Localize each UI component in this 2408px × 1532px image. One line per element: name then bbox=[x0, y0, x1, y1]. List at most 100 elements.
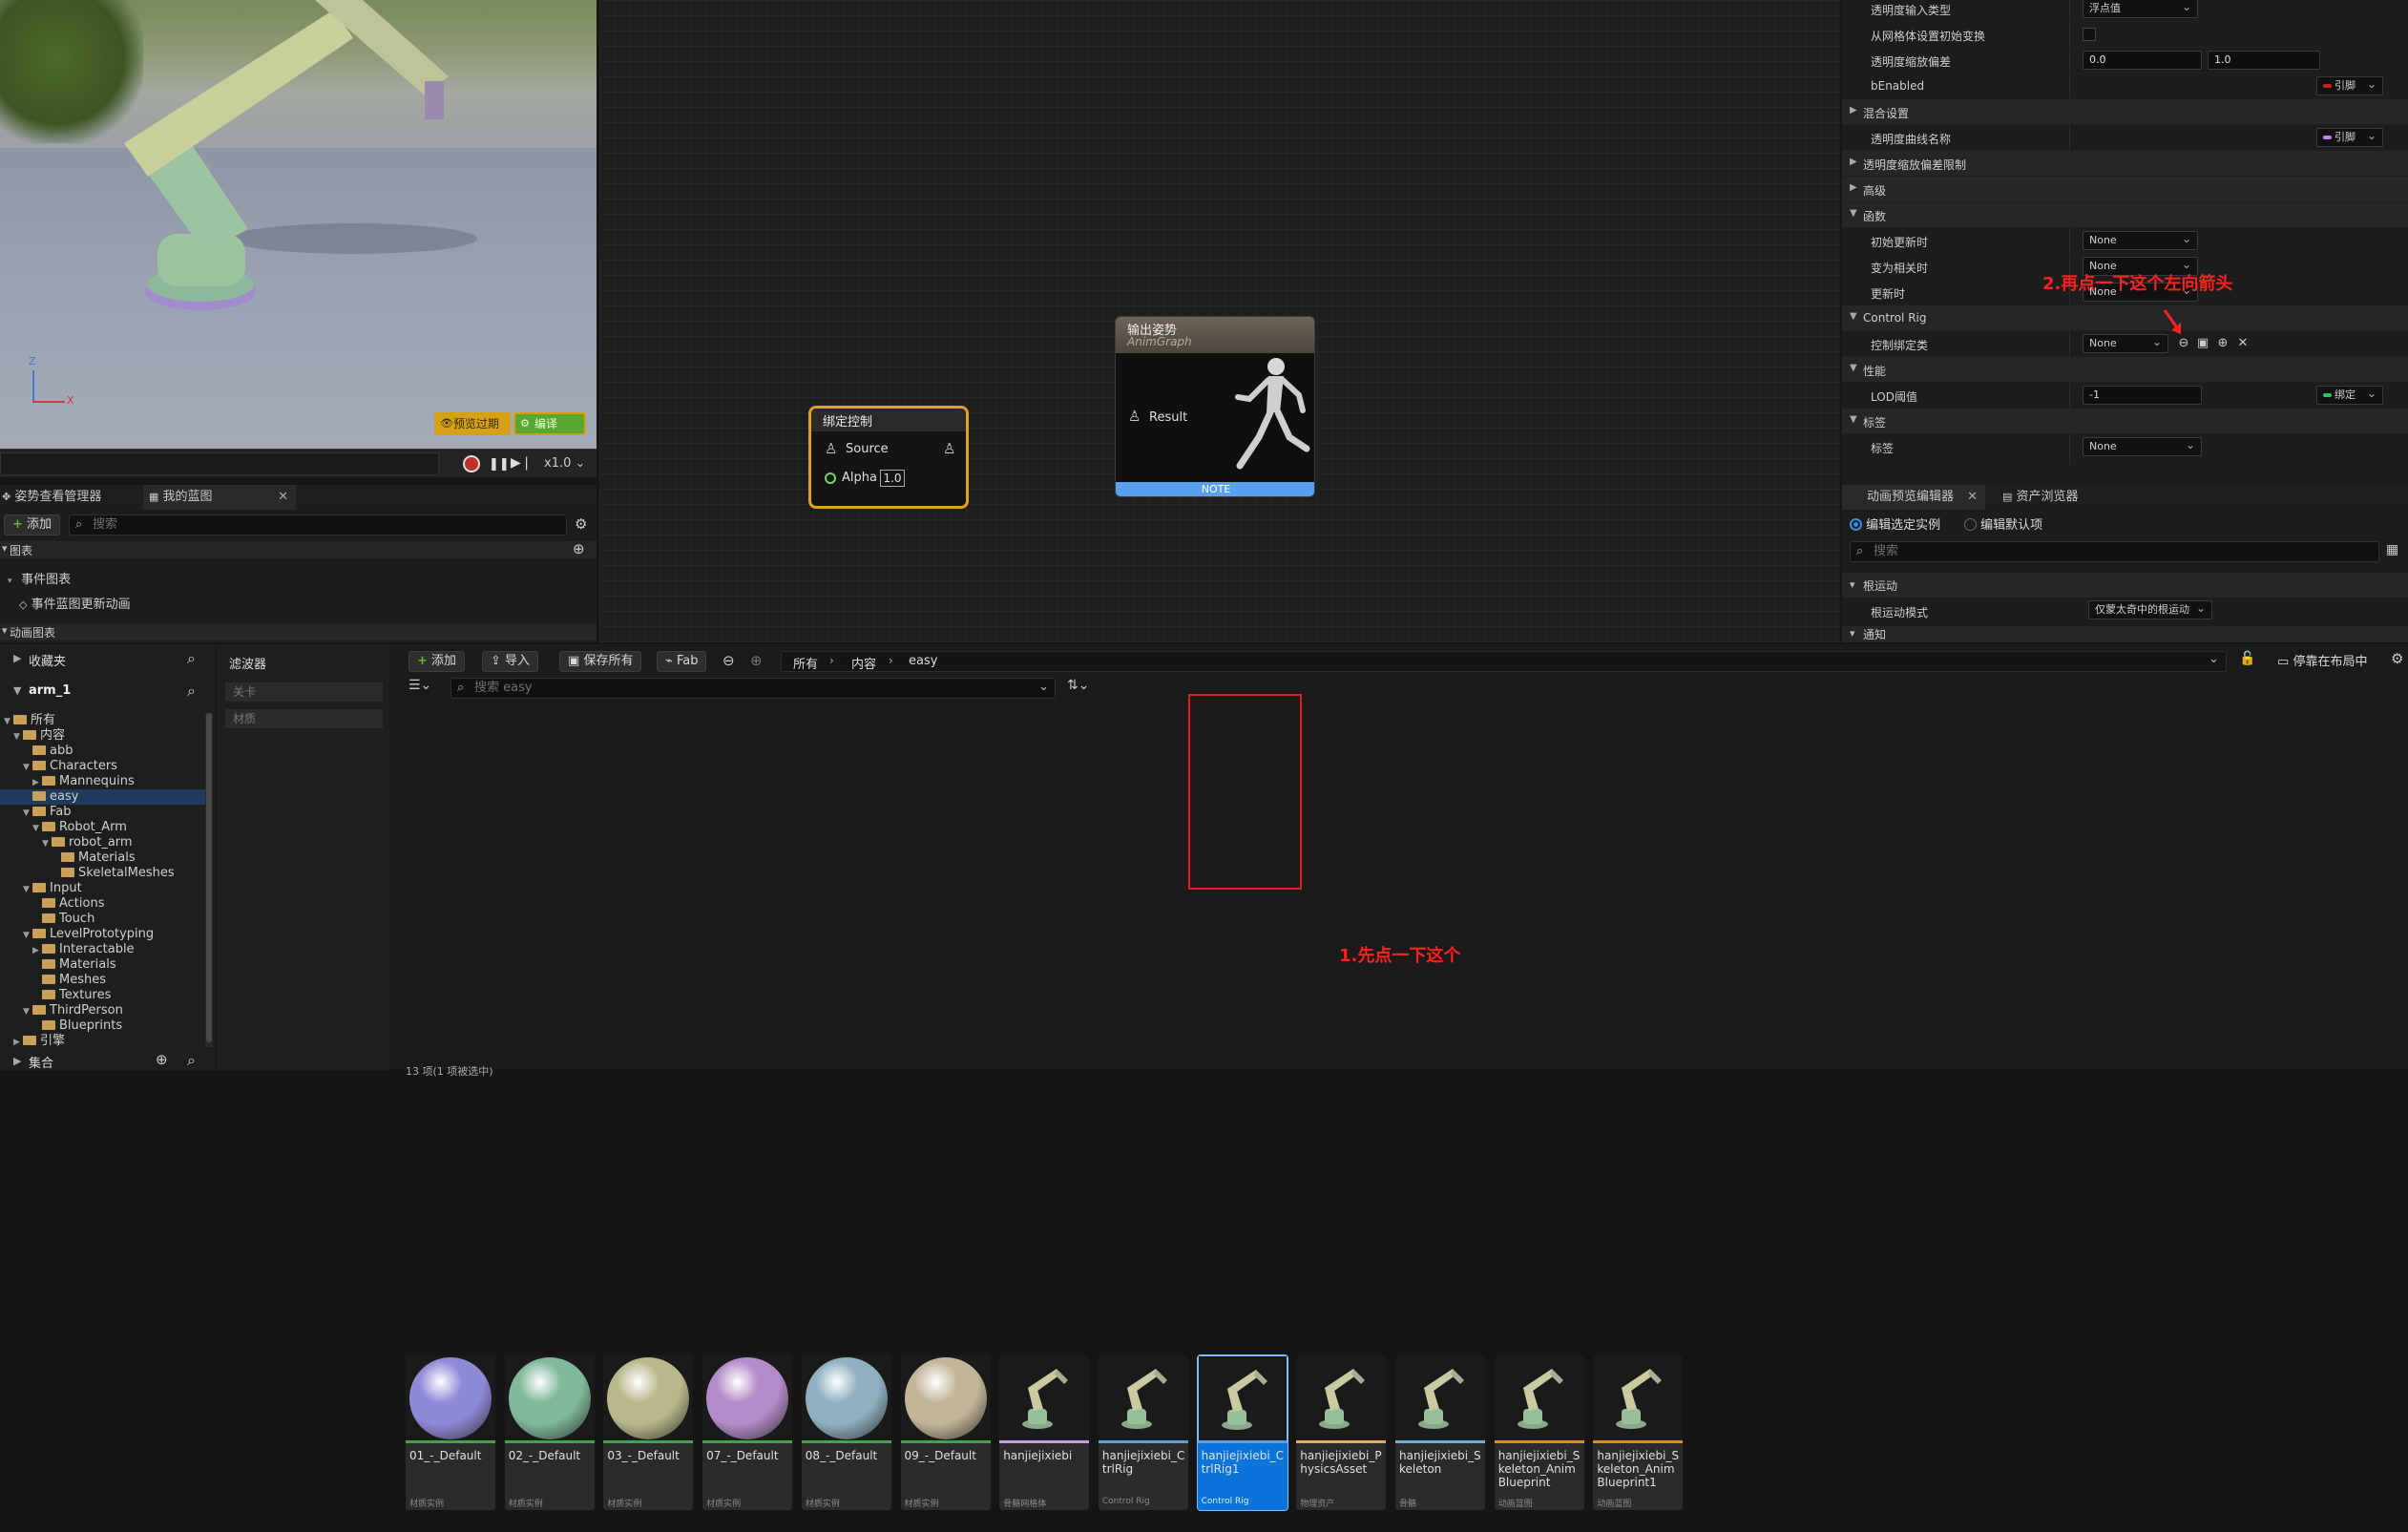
filter-item-level[interactable]: 关卡 bbox=[225, 682, 383, 702]
float-pin-icon[interactable] bbox=[825, 472, 836, 484]
asset-tile[interactable]: hanjiejixiebi_CtrlRig Control Rig bbox=[1098, 1355, 1188, 1510]
filter-item-material[interactable]: 材质 bbox=[225, 709, 383, 728]
add-button[interactable]: + 添加 bbox=[4, 514, 61, 535]
tab-asset-browser[interactable]: ▤ 资产浏览器 bbox=[1993, 485, 2126, 510]
browse-asset-icon[interactable]: ▣ bbox=[2195, 336, 2210, 351]
folder-tree-item[interactable]: ▼ Fab bbox=[0, 805, 205, 820]
folder-tree-item[interactable]: SkeletalMeshes bbox=[0, 866, 205, 881]
import-button[interactable]: ⇪ 导入 bbox=[482, 651, 539, 672]
folder-tree-item[interactable]: ▼ ThirdPerson bbox=[0, 1003, 205, 1018]
asset-tile[interactable]: hanjiejixiebi_Skeleton_AnimBlueprint1 动画蓝… bbox=[1593, 1355, 1684, 1510]
initial-update-dropdown[interactable]: None bbox=[2083, 230, 2198, 250]
folder-tree-item[interactable]: ▼ Input bbox=[0, 881, 205, 896]
folder-tree-item[interactable]: abb bbox=[0, 744, 205, 759]
asset-tile[interactable]: 07_-_Default 材质实例 bbox=[702, 1355, 793, 1510]
details-section[interactable]: ▶ 高级 bbox=[1842, 177, 2408, 202]
folder-tree-item[interactable]: easy bbox=[0, 789, 205, 805]
close-icon[interactable]: ✕ bbox=[278, 485, 288, 510]
output-pose-node[interactable]: 输出姿势 AnimGraph ♙ Result NOTE bbox=[1115, 316, 1315, 497]
pause-icon[interactable]: ❚❚ bbox=[489, 457, 510, 472]
clear-icon[interactable]: ✕ bbox=[2235, 336, 2251, 351]
collections-header[interactable]: ▶ 集合 ⊕ ⌕ bbox=[0, 1051, 215, 1071]
folder-tree-item[interactable]: ▼ robot_arm bbox=[0, 835, 205, 850]
project-header[interactable]: ▼ arm_1 ⌕ bbox=[0, 681, 215, 703]
folder-tree-item[interactable]: ▼ 内容 bbox=[0, 728, 205, 744]
folder-tree-item[interactable]: Materials bbox=[0, 957, 205, 973]
pose-output-pin-icon[interactable]: ♙ bbox=[943, 440, 955, 457]
tag-field[interactable]: None bbox=[2083, 436, 2202, 456]
history-forward-icon[interactable]: ⊕ bbox=[750, 652, 763, 669]
preview-out-of-date-badge[interactable]: 👁 预览过期 bbox=[434, 412, 511, 435]
note-bar[interactable]: NOTE bbox=[1116, 482, 1314, 496]
asset-tile[interactable]: hanjiejixiebi 骨骼网格体 bbox=[999, 1355, 1090, 1510]
pin-option-dropdown[interactable]: 绑定 bbox=[2316, 385, 2383, 405]
radio-edit-selected[interactable]: 编辑选定实例 bbox=[1850, 514, 1940, 533]
details-section[interactable]: ▶ 混合设置 bbox=[1842, 99, 2408, 125]
scale-bias-max-field[interactable]: 1.0 bbox=[2208, 51, 2320, 70]
scale-bias-min-field[interactable]: 0.0 bbox=[2083, 51, 2202, 70]
fab-button[interactable]: ⌁ Fab bbox=[657, 651, 707, 672]
chevron-down-icon[interactable]: ⌄ bbox=[2209, 652, 2219, 666]
favorites-header[interactable]: ▶ 收藏夹 ⌕ bbox=[0, 648, 215, 671]
settings-gear-icon[interactable]: ⚙ bbox=[575, 515, 587, 533]
details-section[interactable]: ▶ 透明度缩放偏差限制 bbox=[1842, 151, 2408, 177]
tab-pose-watch[interactable]: ✥ 姿势查看管理器 bbox=[0, 485, 143, 510]
search-icon[interactable]: ⌕ bbox=[187, 1051, 196, 1070]
sort-icon[interactable]: ⇅⌄ bbox=[1067, 678, 1089, 693]
asset-search-input[interactable]: ⌕ 搜索 easy ⌄ bbox=[450, 678, 1056, 699]
view-options-icon[interactable]: ▦ bbox=[2386, 542, 2398, 557]
details-section[interactable]: ▼ 性能 bbox=[1842, 357, 2408, 383]
folder-tree-item[interactable]: ▼ LevelPrototyping bbox=[0, 927, 205, 942]
section-root-motion[interactable]: ▾ 根运动 bbox=[1842, 573, 2408, 598]
breadcrumb-easy[interactable]: easy bbox=[909, 654, 937, 668]
pose-input-pin-icon[interactable]: ♙ bbox=[1128, 408, 1141, 425]
section-notify[interactable]: ▾ 通知 bbox=[1842, 626, 2408, 642]
add-graph-icon[interactable]: ⊕ bbox=[573, 540, 585, 557]
asset-tile[interactable]: hanjiejixiebi_PhysicsAsset 物理资产 bbox=[1296, 1355, 1387, 1510]
pin-option-dropdown[interactable]: 引脚 bbox=[2316, 75, 2383, 95]
playback-speed[interactable]: x1.0 ⌄ bbox=[544, 456, 585, 471]
settings-gear-icon[interactable]: ⚙ bbox=[2391, 650, 2403, 667]
dock-in-layout-button[interactable]: ▭ 停靠在布局中 bbox=[2277, 651, 2367, 669]
search-icon[interactable]: ⌕ bbox=[187, 682, 196, 701]
tab-anim-preview-editor[interactable]: 动画预览编辑器 ✕ bbox=[1842, 485, 1985, 510]
folder-tree-item[interactable]: Materials bbox=[0, 850, 205, 866]
breadcrumb-all[interactable]: 所有 bbox=[793, 654, 818, 672]
bind-control-node[interactable]: 绑定控制 ♙ Source ♙ Alpha 1.0 bbox=[808, 406, 969, 509]
breadcrumb-content[interactable]: 内容 bbox=[851, 654, 876, 672]
details-section[interactable]: ▼ Control Rig bbox=[1842, 305, 2408, 331]
init-transform-checkbox[interactable] bbox=[2083, 28, 2096, 41]
details-section[interactable]: ▼ 函数 bbox=[1842, 202, 2408, 228]
save-all-button[interactable]: ▣ 保存所有 bbox=[559, 651, 642, 672]
root-motion-mode-dropdown[interactable]: 仅蒙太奇中的根运动 bbox=[2088, 599, 2212, 619]
add-icon[interactable]: ⊕ bbox=[2215, 336, 2230, 351]
asset-tile[interactable]: hanjiejixiebi_Skeleton 骨骼 bbox=[1395, 1355, 1485, 1510]
blueprint-search-input[interactable]: ⌕ 搜索 bbox=[69, 514, 567, 535]
folder-tree-item[interactable]: ▶ Interactable bbox=[0, 942, 205, 957]
section-anim-graph[interactable]: ▾ 动画图表 bbox=[0, 623, 597, 640]
event-graph-item[interactable]: ▾ 事件图表 bbox=[8, 573, 71, 588]
asset-tile[interactable]: 01_-_Default 材质实例 bbox=[406, 1355, 495, 1510]
folder-tree-item[interactable]: ▼ Characters bbox=[0, 759, 205, 774]
folder-tree-item[interactable]: Touch bbox=[0, 912, 205, 927]
lock-icon[interactable]: 🔓 bbox=[2239, 651, 2255, 666]
tab-my-blueprint[interactable]: ▦ 我的蓝图 ✕ bbox=[143, 485, 296, 510]
level-viewport[interactable]: Z X 👁 预览过期 ⚙ 编译 bbox=[0, 0, 597, 449]
tree-scrollbar[interactable] bbox=[205, 713, 213, 1047]
asset-tile[interactable]: 08_-_Default 材质实例 bbox=[801, 1355, 891, 1510]
folder-tree-item[interactable]: ▶ 引擎 bbox=[0, 1034, 205, 1049]
folder-tree-item[interactable]: Blueprints bbox=[0, 1018, 205, 1034]
add-collection-icon[interactable]: ⊕ bbox=[156, 1051, 168, 1068]
asset-tile[interactable]: hanjiejixiebi_Skeleton_AnimBlueprint 动画蓝图 bbox=[1494, 1355, 1584, 1510]
folder-tree-item[interactable]: Meshes bbox=[0, 973, 205, 988]
pose-pin-icon[interactable]: ♙ bbox=[825, 440, 837, 457]
filter-dropdown-icon[interactable]: ☰⌄ bbox=[408, 678, 431, 693]
alpha-value-field[interactable]: 1.0 bbox=[880, 470, 905, 487]
search-icon[interactable]: ⌕ bbox=[187, 649, 196, 668]
control-rig-class-dropdown[interactable]: None bbox=[2083, 333, 2168, 353]
folder-tree-item[interactable]: ▼ Robot_Arm bbox=[0, 820, 205, 835]
details-section[interactable]: ▼ 标签 bbox=[1842, 409, 2408, 434]
compile-button[interactable]: ⚙ 编译 bbox=[513, 412, 586, 435]
asset-tile[interactable]: 02_-_Default 材质实例 bbox=[504, 1355, 595, 1510]
asset-tile[interactable]: 03_-_Default 材质实例 bbox=[603, 1355, 694, 1510]
